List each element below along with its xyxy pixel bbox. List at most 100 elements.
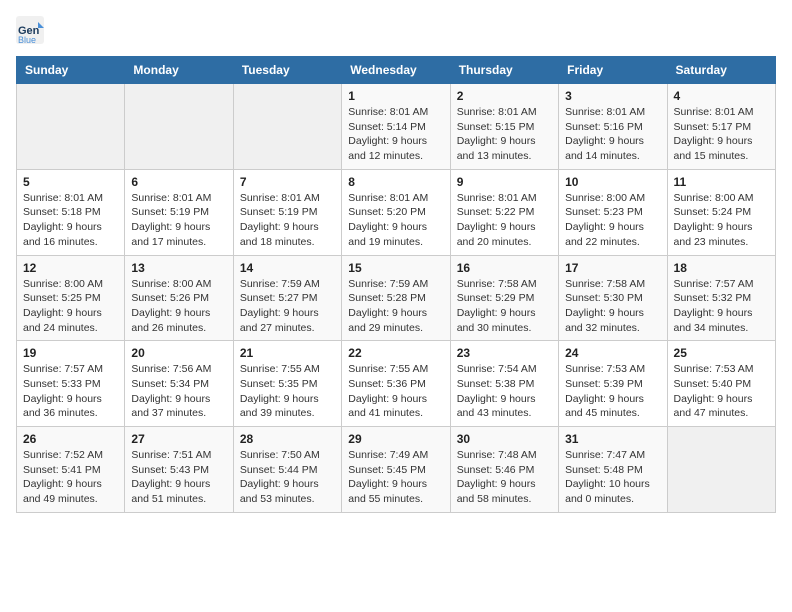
day-info: Sunrise: 7:58 AM Sunset: 5:30 PM Dayligh… xyxy=(565,277,660,336)
calendar-cell: 10 Sunrise: 8:00 AM Sunset: 5:23 PM Dayli… xyxy=(559,169,667,255)
day-number: 30 xyxy=(457,432,552,446)
weekday-header-friday: Friday xyxy=(559,57,667,84)
day-number: 1 xyxy=(348,89,443,103)
weekday-header-row: SundayMondayTuesdayWednesdayThursdayFrid… xyxy=(17,57,776,84)
weekday-header-saturday: Saturday xyxy=(667,57,775,84)
day-info: Sunrise: 7:57 AM Sunset: 5:33 PM Dayligh… xyxy=(23,362,118,421)
calendar-cell: 7 Sunrise: 8:01 AM Sunset: 5:19 PM Daylig… xyxy=(233,169,341,255)
calendar-cell xyxy=(667,427,775,513)
day-number: 20 xyxy=(131,346,226,360)
calendar-cell: 28 Sunrise: 7:50 AM Sunset: 5:44 PM Dayli… xyxy=(233,427,341,513)
weekday-header-wednesday: Wednesday xyxy=(342,57,450,84)
calendar-cell: 21Sunrise: 7:55 AM Sunset: 5:35 PM Dayli… xyxy=(233,341,341,427)
day-number: 13 xyxy=(131,261,226,275)
day-number: 31 xyxy=(565,432,660,446)
day-info: Sunrise: 7:54 AM Sunset: 5:38 PM Dayligh… xyxy=(457,362,552,421)
day-number: 7 xyxy=(240,175,335,189)
day-number: 5 xyxy=(23,175,118,189)
weekday-header-sunday: Sunday xyxy=(17,57,125,84)
svg-text:Blue: Blue xyxy=(18,35,36,44)
day-info: Sunrise: 7:48 AM Sunset: 5:46 PM Dayligh… xyxy=(457,448,552,507)
calendar-cell: 11Sunrise: 8:00 AM Sunset: 5:24 PM Dayli… xyxy=(667,169,775,255)
weekday-header-thursday: Thursday xyxy=(450,57,558,84)
calendar-cell: 16Sunrise: 7:58 AM Sunset: 5:29 PM Dayli… xyxy=(450,255,558,341)
day-number: 18 xyxy=(674,261,769,275)
page-header: Gen Blue xyxy=(16,16,776,44)
day-info: Sunrise: 7:55 AM Sunset: 5:35 PM Dayligh… xyxy=(240,362,335,421)
day-number: 3 xyxy=(565,89,660,103)
day-info: Sunrise: 8:01 AM Sunset: 5:19 PM Dayligh… xyxy=(240,191,335,250)
day-info: Sunrise: 7:50 AM Sunset: 5:44 PM Dayligh… xyxy=(240,448,335,507)
day-info: Sunrise: 8:01 AM Sunset: 5:22 PM Dayligh… xyxy=(457,191,552,250)
calendar-cell: 27 Sunrise: 7:51 AM Sunset: 5:43 PM Dayli… xyxy=(125,427,233,513)
day-number: 27 xyxy=(131,432,226,446)
calendar-cell: 25 Sunrise: 7:53 AM Sunset: 5:40 PM Dayli… xyxy=(667,341,775,427)
day-number: 6 xyxy=(131,175,226,189)
calendar-week-4: 19 Sunrise: 7:57 AM Sunset: 5:33 PM Dayli… xyxy=(17,341,776,427)
calendar-cell: 1 Sunrise: 8:01 AM Sunset: 5:14 PM Daylig… xyxy=(342,84,450,170)
day-number: 19 xyxy=(23,346,118,360)
day-info: Sunrise: 8:00 AM Sunset: 5:23 PM Dayligh… xyxy=(565,191,660,250)
day-info: Sunrise: 8:01 AM Sunset: 5:17 PM Dayligh… xyxy=(674,105,769,164)
calendar-cell: 9 Sunrise: 8:01 AM Sunset: 5:22 PM Daylig… xyxy=(450,169,558,255)
calendar-cell: 12 Sunrise: 8:00 AM Sunset: 5:25 PM Dayli… xyxy=(17,255,125,341)
calendar-cell: 8Sunrise: 8:01 AM Sunset: 5:20 PM Daylig… xyxy=(342,169,450,255)
calendar-cell: 5 Sunrise: 8:01 AM Sunset: 5:18 PM Daylig… xyxy=(17,169,125,255)
weekday-header-monday: Monday xyxy=(125,57,233,84)
calendar-cell xyxy=(233,84,341,170)
day-number: 4 xyxy=(674,89,769,103)
day-info: Sunrise: 8:01 AM Sunset: 5:18 PM Dayligh… xyxy=(23,191,118,250)
day-info: Sunrise: 7:57 AM Sunset: 5:32 PM Dayligh… xyxy=(674,277,769,336)
day-info: Sunrise: 7:55 AM Sunset: 5:36 PM Dayligh… xyxy=(348,362,443,421)
calendar-week-1: 1 Sunrise: 8:01 AM Sunset: 5:14 PM Daylig… xyxy=(17,84,776,170)
day-number: 2 xyxy=(457,89,552,103)
calendar-cell: 29Sunrise: 7:49 AM Sunset: 5:45 PM Dayli… xyxy=(342,427,450,513)
day-number: 14 xyxy=(240,261,335,275)
day-info: Sunrise: 7:51 AM Sunset: 5:43 PM Dayligh… xyxy=(131,448,226,507)
calendar-cell: 30 Sunrise: 7:48 AM Sunset: 5:46 PM Dayli… xyxy=(450,427,558,513)
day-info: Sunrise: 7:53 AM Sunset: 5:40 PM Dayligh… xyxy=(674,362,769,421)
day-info: Sunrise: 8:01 AM Sunset: 5:14 PM Dayligh… xyxy=(348,105,443,164)
day-number: 8 xyxy=(348,175,443,189)
day-number: 28 xyxy=(240,432,335,446)
day-info: Sunrise: 7:53 AM Sunset: 5:39 PM Dayligh… xyxy=(565,362,660,421)
day-info: Sunrise: 7:59 AM Sunset: 5:27 PM Dayligh… xyxy=(240,277,335,336)
day-info: Sunrise: 8:00 AM Sunset: 5:26 PM Dayligh… xyxy=(131,277,226,336)
calendar-week-2: 5 Sunrise: 8:01 AM Sunset: 5:18 PM Daylig… xyxy=(17,169,776,255)
day-info: Sunrise: 8:01 AM Sunset: 5:19 PM Dayligh… xyxy=(131,191,226,250)
calendar-cell: 14 Sunrise: 7:59 AM Sunset: 5:27 PM Dayli… xyxy=(233,255,341,341)
calendar-cell: 20 Sunrise: 7:56 AM Sunset: 5:34 PM Dayli… xyxy=(125,341,233,427)
day-info: Sunrise: 7:58 AM Sunset: 5:29 PM Dayligh… xyxy=(457,277,552,336)
day-number: 24 xyxy=(565,346,660,360)
calendar-cell: 31 Sunrise: 7:47 AM Sunset: 5:48 PM Dayli… xyxy=(559,427,667,513)
day-info: Sunrise: 8:00 AM Sunset: 5:25 PM Dayligh… xyxy=(23,277,118,336)
calendar-cell xyxy=(125,84,233,170)
day-number: 25 xyxy=(674,346,769,360)
day-info: Sunrise: 8:01 AM Sunset: 5:15 PM Dayligh… xyxy=(457,105,552,164)
calendar-cell: 15 Sunrise: 7:59 AM Sunset: 5:28 PM Dayli… xyxy=(342,255,450,341)
day-info: Sunrise: 7:59 AM Sunset: 5:28 PM Dayligh… xyxy=(348,277,443,336)
calendar-header: SundayMondayTuesdayWednesdayThursdayFrid… xyxy=(17,57,776,84)
calendar-cell: 3Sunrise: 8:01 AM Sunset: 5:16 PM Daylig… xyxy=(559,84,667,170)
calendar-cell: 26Sunrise: 7:52 AM Sunset: 5:41 PM Dayli… xyxy=(17,427,125,513)
calendar-week-3: 12 Sunrise: 8:00 AM Sunset: 5:25 PM Dayli… xyxy=(17,255,776,341)
day-number: 15 xyxy=(348,261,443,275)
calendar-cell: 22Sunrise: 7:55 AM Sunset: 5:36 PM Dayli… xyxy=(342,341,450,427)
calendar-cell: 18 Sunrise: 7:57 AM Sunset: 5:32 PM Dayli… xyxy=(667,255,775,341)
day-number: 10 xyxy=(565,175,660,189)
day-info: Sunrise: 7:47 AM Sunset: 5:48 PM Dayligh… xyxy=(565,448,660,507)
day-number: 9 xyxy=(457,175,552,189)
day-number: 12 xyxy=(23,261,118,275)
day-info: Sunrise: 7:56 AM Sunset: 5:34 PM Dayligh… xyxy=(131,362,226,421)
day-number: 17 xyxy=(565,261,660,275)
day-info: Sunrise: 8:00 AM Sunset: 5:24 PM Dayligh… xyxy=(674,191,769,250)
logo-icon: Gen Blue xyxy=(16,16,44,44)
calendar-cell: 4 Sunrise: 8:01 AM Sunset: 5:17 PM Daylig… xyxy=(667,84,775,170)
calendar-cell xyxy=(17,84,125,170)
calendar-cell: 13 Sunrise: 8:00 AM Sunset: 5:26 PM Dayli… xyxy=(125,255,233,341)
day-info: Sunrise: 7:49 AM Sunset: 5:45 PM Dayligh… xyxy=(348,448,443,507)
calendar-cell: 24 Sunrise: 7:53 AM Sunset: 5:39 PM Dayli… xyxy=(559,341,667,427)
calendar-cell: 17 Sunrise: 7:58 AM Sunset: 5:30 PM Dayli… xyxy=(559,255,667,341)
calendar-body: 1 Sunrise: 8:01 AM Sunset: 5:14 PM Daylig… xyxy=(17,84,776,513)
calendar-cell: 23Sunrise: 7:54 AM Sunset: 5:38 PM Dayli… xyxy=(450,341,558,427)
